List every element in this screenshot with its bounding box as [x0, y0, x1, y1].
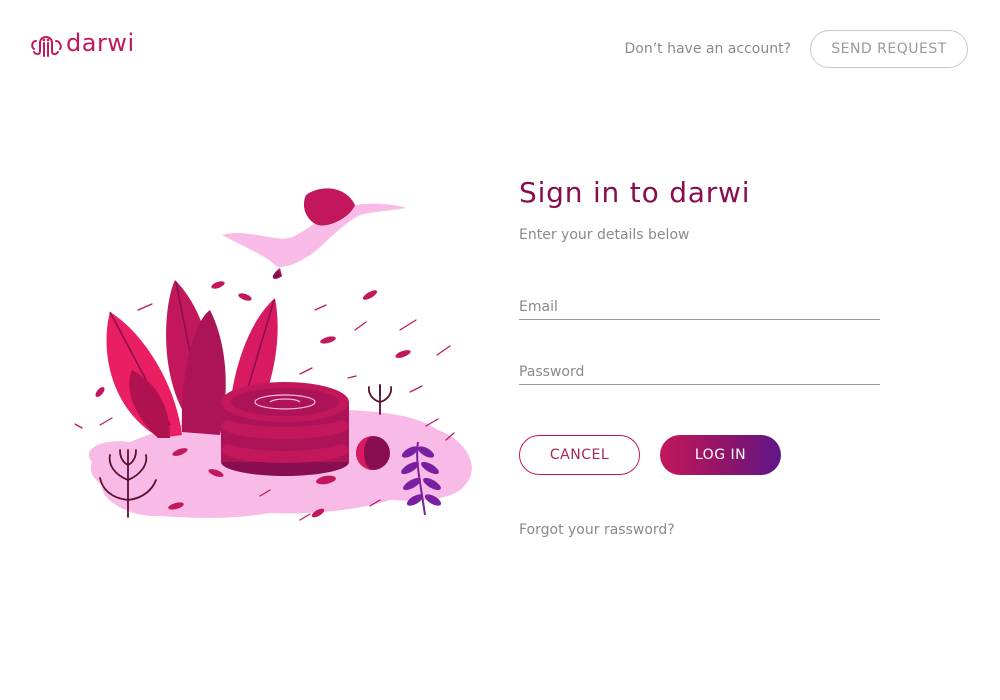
forgot-password-link[interactable]: Forgot your rassword?: [519, 522, 675, 538]
email-field-wrapper: [519, 295, 880, 320]
coin-stack-shape: [221, 382, 349, 476]
email-field[interactable]: [519, 295, 880, 319]
page-subtitle: Enter your details below: [519, 227, 690, 243]
form-buttons: CANCEL LOG IN: [519, 435, 880, 475]
page-title: Sign in to darwi: [519, 176, 751, 209]
logo[interactable]: darwi: [30, 28, 135, 60]
diving-woman-shape: [222, 188, 406, 279]
send-request-button[interactable]: SEND REQUEST: [810, 30, 968, 68]
login-page: darwi Don’t have an account? SEND REQUES…: [0, 0, 1000, 700]
log-in-button[interactable]: LOG IN: [660, 435, 781, 475]
login-form: Sign in to darwi Enter your details belo…: [519, 175, 880, 538]
hero-illustration: [74, 188, 472, 521]
password-field[interactable]: [519, 360, 880, 384]
password-field-wrapper: [519, 360, 880, 385]
cancel-button[interactable]: CANCEL: [519, 435, 640, 475]
logo-text: darwi: [66, 29, 135, 57]
no-account-prompt: Don’t have an account?: [624, 41, 791, 57]
octopus-icon: [31, 36, 62, 57]
